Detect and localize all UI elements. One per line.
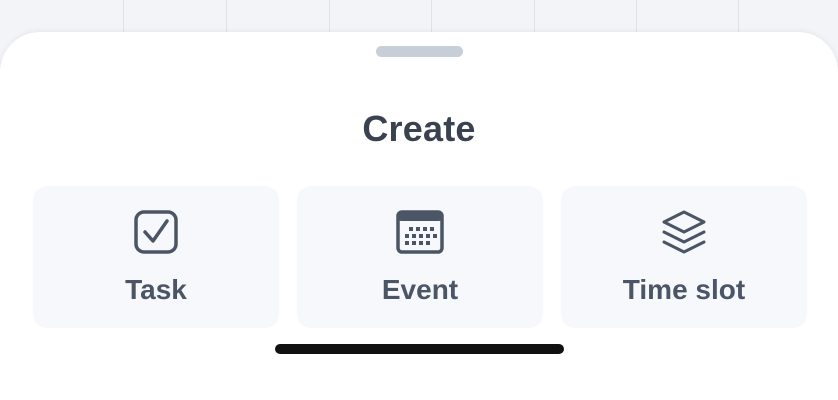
time-slot-label: Time slot — [622, 274, 746, 305]
create-bottom-sheet: Create Task Event Time slot — [0, 32, 838, 400]
event-label: Event — [381, 274, 459, 305]
layers-icon — [662, 210, 706, 254]
home-indicator — [275, 344, 564, 354]
sheet-drag-handle[interactable] — [376, 46, 463, 57]
create-options: Task Event Time slot — [33, 186, 807, 328]
task-label: Task — [125, 274, 187, 305]
create-task-button[interactable]: Task — [33, 186, 279, 328]
calendar-icon — [396, 210, 444, 254]
checkbox-icon — [134, 210, 178, 254]
create-time-slot-button[interactable]: Time slot — [561, 186, 807, 328]
create-event-button[interactable]: Event — [297, 186, 543, 328]
sheet-title: Create — [362, 108, 476, 149]
